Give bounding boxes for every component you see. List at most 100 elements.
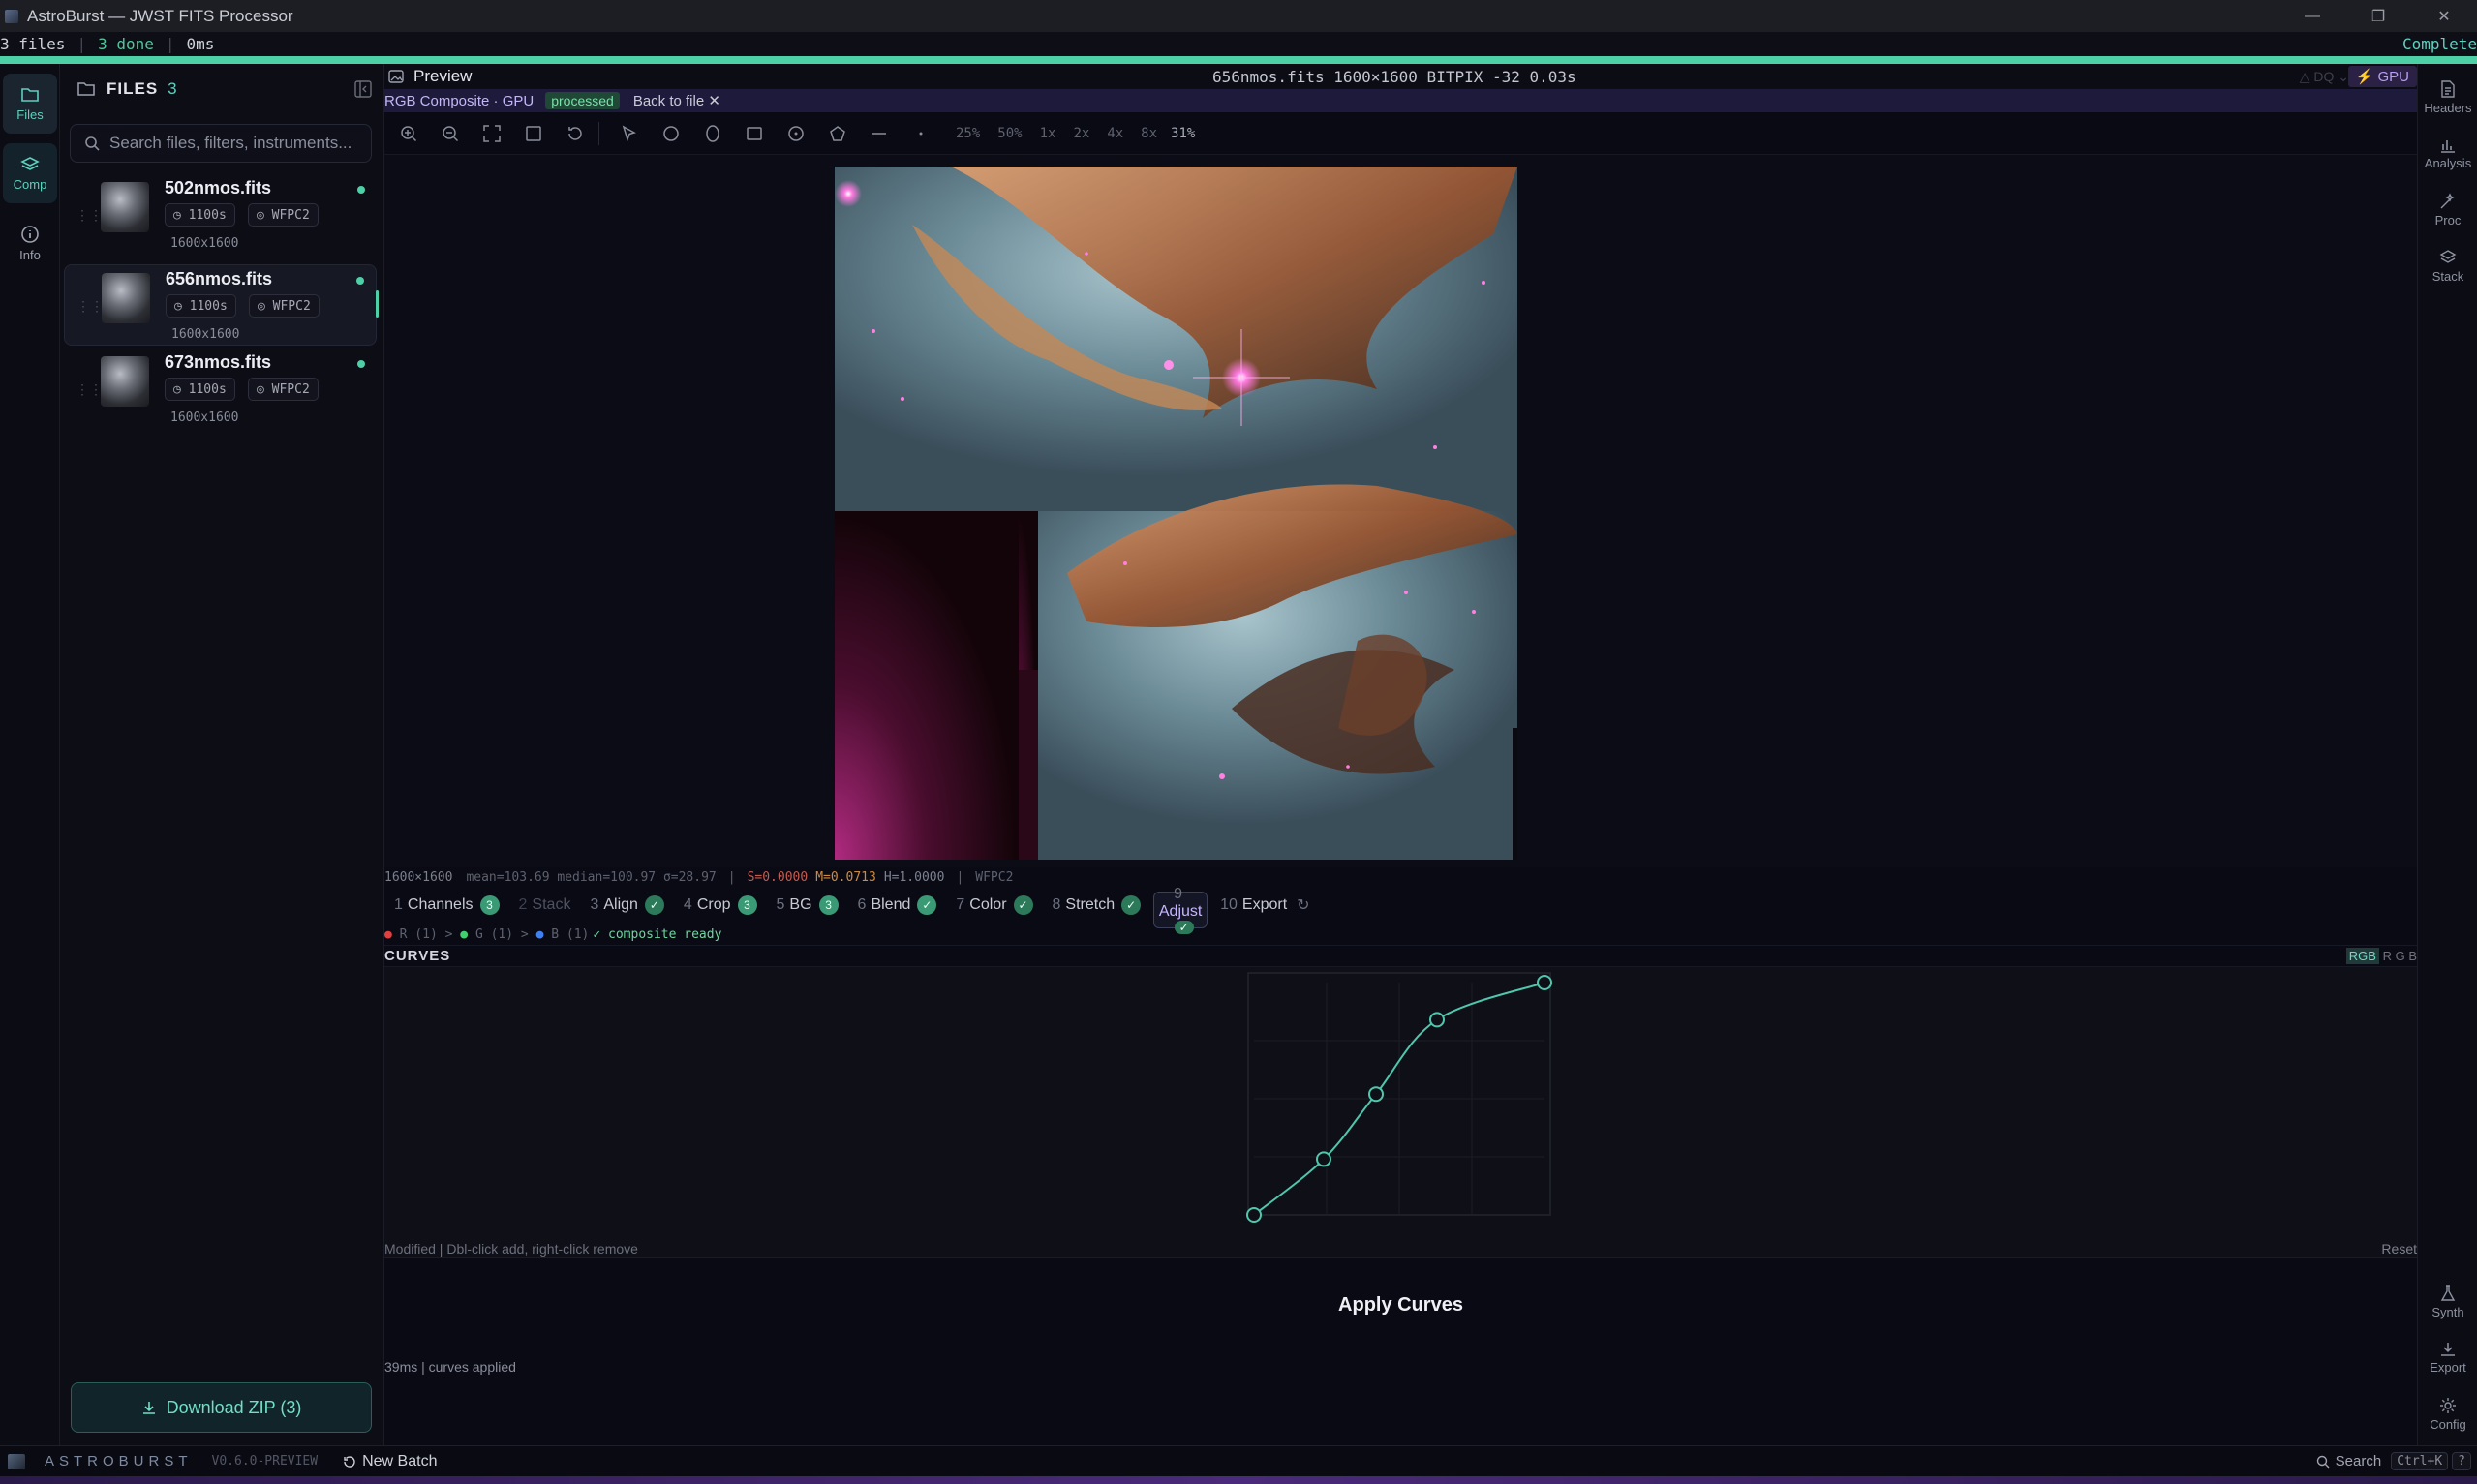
panel-label: Config (2430, 1417, 2466, 1432)
reset-view-icon[interactable] (558, 116, 593, 151)
actual-size-icon[interactable] (516, 116, 551, 151)
check-icon: ✓ (1121, 895, 1142, 915)
fit-screen-icon[interactable] (474, 116, 509, 151)
zoom-50[interactable]: 50% (997, 126, 1022, 141)
gpu-label: GPU (2377, 68, 2409, 85)
step-bg[interactable]: 5 BG 3 (767, 887, 848, 924)
back-to-file-link[interactable]: Back to file ✕ (633, 92, 720, 109)
channel-r-toggle[interactable]: R (2383, 949, 2392, 963)
polygon-tool-icon[interactable] (820, 116, 855, 151)
file-search[interactable] (70, 124, 372, 163)
curve-control-point[interactable] (1537, 975, 1552, 990)
exposure-value: 1100s (188, 207, 227, 223)
file-name: 673nmos.fits (165, 352, 272, 372)
channel-b-toggle[interactable]: B (2408, 949, 2417, 963)
curve-channel-selector: RGB R G B (2345, 948, 2417, 964)
minimize-button[interactable]: — (2279, 0, 2345, 32)
search-shortcut[interactable]: Search Ctrl+K ? (2316, 1452, 2471, 1470)
restore-button[interactable]: ❐ (2345, 0, 2411, 32)
file-item[interactable]: ⋮⋮ 502nmos.fits ◷ 1100s ◎ WFPC2 1600x160… (64, 174, 377, 256)
curves-footer: Modified | Dbl-click add, right-click re… (384, 1239, 2417, 1258)
channel-g-toggle[interactable]: G (2396, 949, 2405, 963)
panel-config[interactable]: Config (2418, 1386, 2477, 1442)
new-batch-button[interactable]: New Batch (343, 1453, 437, 1470)
drag-handle-icon[interactable]: ⋮⋮ (76, 381, 103, 398)
files-header: FILES 3 (60, 64, 383, 114)
step-crop[interactable]: 4 Crop 3 (674, 887, 767, 924)
file-item-selected[interactable]: ⋮⋮ 656nmos.fits ◷ 1100s ◎ WFPC2 1600x160… (64, 264, 379, 346)
step-number: 10 (1220, 896, 1238, 913)
zoom-out-icon[interactable] (433, 116, 468, 151)
download-zip-button[interactable]: Download ZIP (3) (71, 1382, 372, 1433)
line-tool-icon[interactable] (862, 116, 897, 151)
curve-control-point[interactable] (1246, 1207, 1262, 1223)
curve-control-point[interactable] (1316, 1151, 1331, 1167)
channel-rgb[interactable]: RGB (2345, 948, 2379, 964)
composite-bar: RGB Composite · GPU processed Back to fi… (384, 89, 2417, 112)
target-tool-icon[interactable] (779, 116, 813, 151)
search-input[interactable] (109, 134, 361, 153)
zoom-8x[interactable]: 8x (1141, 126, 1157, 141)
reset-pipeline-icon[interactable]: ↻ (1297, 895, 1309, 915)
panel-synth[interactable]: Synth (2418, 1274, 2477, 1330)
brand-logo (8, 1453, 25, 1469)
zoom-25[interactable]: 25% (956, 126, 980, 141)
drag-handle-icon[interactable]: ⋮⋮ (76, 298, 104, 315)
panel-proc[interactable]: Proc (2418, 182, 2477, 238)
status-time: 0ms (186, 35, 215, 53)
step-label: Stack (532, 896, 571, 913)
curves-editor[interactable] (1227, 967, 1556, 1228)
activity-files[interactable]: Files (3, 74, 57, 134)
curve-control-point[interactable] (1429, 1012, 1445, 1028)
circle-tool-icon[interactable] (654, 116, 688, 151)
activity-label: Comp (13, 176, 47, 192)
point-tool-icon[interactable] (903, 116, 938, 151)
curve-control-point[interactable] (1368, 1086, 1384, 1103)
step-blend[interactable]: 6 Blend ✓ (848, 887, 947, 924)
zoom-2x[interactable]: 2x (1073, 126, 1089, 141)
status-state: Complete (2401, 35, 2477, 53)
panel-headers[interactable]: Headers (2418, 70, 2477, 126)
panel-analysis[interactable]: Analysis (2418, 126, 2477, 182)
flask-icon (2440, 1285, 2456, 1301)
dq-toggle[interactable]: △ DQ ⌄ (2300, 69, 2349, 85)
step-export[interactable]: 10 Export ↻ (1210, 887, 1319, 924)
preview-header: Preview 656nmos.fits 1600×1600 BITPIX -3… (384, 64, 2417, 89)
instrument-tag: ◎ WFPC2 (248, 378, 319, 401)
step-stretch[interactable]: 8 Stretch ✓ (1043, 887, 1151, 924)
curves-timing: 39ms | curves applied (384, 1359, 516, 1375)
apply-curves-button[interactable]: Apply Curves (384, 1259, 2417, 1350)
drag-handle-icon[interactable]: ⋮⋮ (76, 207, 103, 224)
rect-tool-icon[interactable] (737, 116, 772, 151)
step-label: Color (969, 896, 1007, 913)
step-number: 5 (776, 896, 785, 913)
ellipse-tool-icon[interactable] (695, 116, 730, 151)
help-key[interactable]: ? (2452, 1452, 2471, 1470)
step-number: 6 (857, 896, 867, 913)
new-batch-label: New Batch (362, 1452, 438, 1469)
close-window-button[interactable]: ✕ (2411, 0, 2477, 32)
zoom-1x[interactable]: 1x (1040, 126, 1056, 141)
stats-dims: 1600×1600 (384, 869, 453, 885)
zoom-in-icon[interactable] (391, 116, 426, 151)
panel-export[interactable]: Export (2418, 1330, 2477, 1386)
stats-shadow: S=0.0000 (747, 869, 809, 885)
step-color[interactable]: 7 Color ✓ (946, 887, 1042, 924)
activity-comp[interactable]: Comp (3, 143, 57, 203)
step-stack[interactable]: 2 Stack (509, 887, 581, 924)
stack-icon (2439, 250, 2457, 263)
gpu-badge[interactable]: ⚡ GPU (2347, 66, 2417, 87)
collapse-panel-icon[interactable] (354, 80, 372, 98)
activity-info[interactable]: Info (3, 213, 57, 273)
image-canvas[interactable] (384, 155, 2417, 867)
step-align[interactable]: 3 Align ✓ (580, 887, 673, 924)
pointer-tool-icon[interactable] (612, 116, 647, 151)
step-channels[interactable]: 1 Channels 3 (384, 887, 509, 924)
zoom-4x[interactable]: 4x (1107, 126, 1123, 141)
panel-stack[interactable]: Stack (2418, 238, 2477, 294)
file-item[interactable]: ⋮⋮ 673nmos.fits ◷ 1100s ◎ WFPC2 1600x160… (64, 348, 377, 430)
step-label: Export (1241, 896, 1288, 913)
dq-label: DQ (2313, 68, 2335, 84)
reset-curves-button[interactable]: Reset (2381, 1241, 2417, 1257)
status-done: 3 done (98, 35, 154, 53)
